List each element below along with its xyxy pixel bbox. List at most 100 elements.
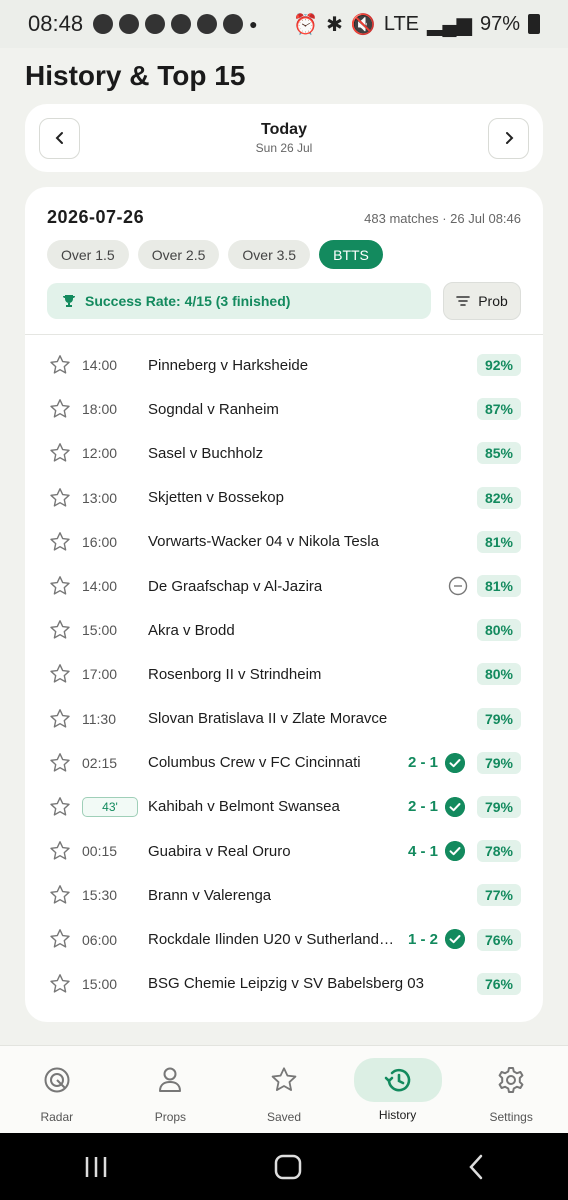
nav-label: Settings <box>489 1110 533 1124</box>
gallery-icon <box>171 14 192 34</box>
favorite-star-icon[interactable] <box>49 398 71 420</box>
match-teams: Sasel v Buchholz <box>148 444 264 462</box>
match-time: 11:30 <box>82 710 116 727</box>
chip-over-3-5[interactable]: Over 3.5 <box>228 240 311 269</box>
message-icon <box>119 14 140 34</box>
probability-badge: 77% <box>476 884 521 907</box>
match-time: 13:00 <box>82 489 118 506</box>
favorite-star-icon[interactable] <box>49 442 71 464</box>
chip-over-2-5[interactable]: Over 2.5 <box>137 240 220 269</box>
probability-badge: 81% <box>476 530 521 553</box>
matches-card: 2026-07-26 483 matches · 26 Jul 08:46 Ov… <box>25 187 543 1022</box>
match-row[interactable]: 17:00 Rosenborg II v Strindheim 80% <box>25 652 543 696</box>
favorite-star-icon[interactable] <box>49 973 71 995</box>
match-row[interactable]: 12:00 Sasel v Buchholz 85% <box>25 431 543 475</box>
status-time: 08:48 <box>28 11 84 36</box>
previous-day-button[interactable] <box>39 117 80 159</box>
chevron-right-icon <box>505 132 513 144</box>
match-row[interactable]: 14:00 De Graafschap v Al-Jazira 81% <box>25 564 543 608</box>
summary-header: 2026-07-26 483 matches · 26 Jul 08:46 <box>47 207 521 228</box>
probability-badge: 80% <box>476 619 521 642</box>
gear-icon <box>498 1067 524 1093</box>
match-teams: BSG Chemie Leipzig v SV Babelsberg 03 <box>148 975 424 993</box>
more-dot-icon: ● <box>249 16 258 32</box>
match-time: 18:00 <box>82 401 118 418</box>
match-row[interactable]: 15:00 Akra v Brodd 80% <box>25 608 543 652</box>
nav-icon-wrap <box>353 1058 442 1102</box>
page-title: History & Top 15 <box>25 60 246 91</box>
home-icon[interactable] <box>274 1154 302 1180</box>
network-label: LTE <box>383 12 420 35</box>
match-row[interactable]: 06:00 Rockdale Ilinden U20 v Sutherland S… <box>25 917 543 961</box>
probability-badge: 79% <box>476 707 521 730</box>
match-row[interactable]: 14:00 Pinneberg v Harksheide 92% <box>25 343 543 387</box>
bottom-navigation: Radar Props Saved History Settings <box>0 1045 568 1133</box>
mute-icon: 🔇 <box>350 13 376 36</box>
check-circle-icon <box>445 796 465 817</box>
favorite-star-icon[interactable] <box>49 531 71 553</box>
favorite-star-icon[interactable] <box>49 487 71 509</box>
match-teams: Columbus Crew v FC Cincinnati <box>148 754 361 772</box>
match-row[interactable]: 11:30 Slovan Bratislava II v Zlate Moravc… <box>25 697 543 741</box>
probability-badge: 82% <box>476 486 521 509</box>
match-teams: Kahibah v Belmont Swansea <box>148 798 340 816</box>
match-teams: Guabira v Real Oruro <box>148 842 291 860</box>
favorite-star-icon[interactable] <box>49 575 71 597</box>
nav-icon-wrap <box>254 1060 314 1100</box>
nav-label: Props <box>154 1110 187 1124</box>
system-navigation-bar <box>0 1133 568 1200</box>
sort-prob-button[interactable]: Prob <box>443 282 521 320</box>
history-icon <box>384 1068 410 1092</box>
summary-date: 2026-07-26 <box>47 207 145 227</box>
match-row[interactable]: 00:15 Guabira v Real Oruro 4 - 1 78% <box>25 829 543 873</box>
success-rate-banner: Success Rate: 4/15 (3 finished) <box>47 283 431 319</box>
match-row[interactable]: 02:15 Columbus Crew v FC Cincinnati 2 - 1 7… <box>25 741 543 785</box>
nav-label: Radar <box>40 1110 74 1124</box>
chip-over-1-5[interactable]: Over 1.5 <box>47 240 129 269</box>
match-row[interactable]: 13:00 Skjetten v Bossekop 82% <box>25 476 543 520</box>
nav-item-settings[interactable]: Settings <box>454 1046 568 1133</box>
nav-item-saved[interactable]: Saved <box>227 1046 341 1133</box>
match-time: 15:00 <box>82 975 118 992</box>
match-time: 15:30 <box>82 887 118 904</box>
favorite-star-icon[interactable] <box>49 928 71 950</box>
radar-icon <box>44 1067 70 1093</box>
match-teams: Rockdale Ilinden U20 v Sutherland Sharks… <box>148 931 398 949</box>
favorite-star-icon[interactable] <box>49 619 71 641</box>
bluetooth-icon: ✱ <box>326 13 343 36</box>
nav-label: History <box>378 1108 417 1122</box>
match-row[interactable]: 15:30 Brann v Valerenga 77% <box>25 873 543 917</box>
nav-item-history[interactable]: History <box>341 1046 455 1133</box>
match-row[interactable]: 16:00 Vorwarts-Wacker 04 v Nikola Tesla 81… <box>25 520 543 564</box>
match-time: 16:00 <box>82 533 118 550</box>
nav-item-radar[interactable]: Radar <box>0 1046 114 1133</box>
match-row[interactable]: 18:00 Sogndal v Ranheim 87% <box>25 387 543 431</box>
favorite-star-icon[interactable] <box>49 884 71 906</box>
match-time: 15:00 <box>82 622 118 639</box>
favorite-star-icon[interactable] <box>49 796 71 818</box>
match-row[interactable]: 15:00 BSG Chemie Leipzig v SV Babelsberg … <box>25 962 543 1006</box>
chip-btts[interactable]: BTTS <box>319 240 383 269</box>
favorite-star-icon[interactable] <box>49 663 71 685</box>
favorite-star-icon[interactable] <box>49 840 71 862</box>
match-score: 1 - 2 <box>408 931 439 949</box>
person-icon <box>159 1067 182 1092</box>
next-day-button[interactable] <box>488 117 529 159</box>
match-row[interactable]: 43' Kahibah v Belmont Swansea 2 - 1 79% <box>25 785 543 829</box>
favorite-star-icon[interactable] <box>49 708 71 730</box>
match-teams: Pinneberg v Harksheide <box>148 356 309 374</box>
probability-badge: 87% <box>476 398 521 421</box>
date-label: Today Sun 26 Jul <box>256 121 313 155</box>
favorite-star-icon[interactable] <box>49 354 71 376</box>
nav-item-props[interactable]: Props <box>114 1046 228 1133</box>
favorite-star-icon[interactable] <box>49 752 71 774</box>
match-time: 14:00 <box>82 578 118 595</box>
recent-apps-icon[interactable] <box>83 1155 109 1179</box>
sort-prob-label: Prob <box>478 293 508 309</box>
back-icon[interactable] <box>467 1154 485 1180</box>
viber-icon <box>197 14 218 34</box>
probability-badge: 80% <box>476 663 521 686</box>
nav-icon-wrap <box>140 1060 200 1100</box>
probability-badge: 92% <box>476 354 521 377</box>
date-selector: Today Sun 26 Jul <box>25 104 543 172</box>
